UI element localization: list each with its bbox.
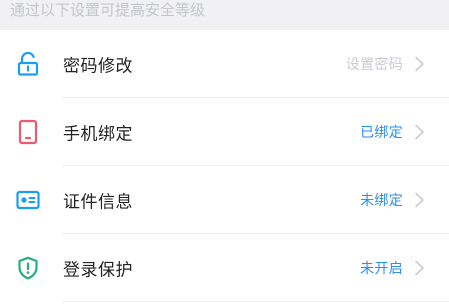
unlock-icon: [15, 51, 41, 77]
row-status-id: 未绑定: [360, 193, 403, 209]
id-card-icon: [15, 187, 41, 213]
row-status-phone: 已绑定: [360, 125, 403, 141]
row-phone-binding[interactable]: 手机绑定 已绑定: [0, 98, 449, 166]
row-label-login: 登录保护: [63, 260, 133, 281]
row-label-phone: 手机绑定: [63, 124, 133, 145]
chevron-right-icon: [413, 56, 427, 72]
section-header-text: 通过以下设置可提高安全等级: [10, 0, 206, 19]
security-settings-list: 密码修改 设置密码 手机绑定 已绑定 证件信息 未绑定 登录保护 未开启: [0, 30, 449, 302]
row-password-change[interactable]: 密码修改 设置密码: [0, 30, 449, 98]
row-label-password: 密码修改: [63, 56, 133, 77]
row-login-protection[interactable]: 登录保护 未开启: [0, 234, 449, 302]
row-status-password: 设置密码: [345, 57, 403, 73]
chevron-right-icon: [413, 260, 427, 276]
row-id-info[interactable]: 证件信息 未绑定: [0, 166, 449, 234]
row-status-login: 未开启: [360, 261, 403, 277]
security-settings-page: 通过以下设置可提高安全等级 密码修改 设置密码 手机绑定 已绑定 证件信息 未绑…: [0, 0, 449, 308]
row-label-id: 证件信息: [63, 192, 133, 213]
chevron-right-icon: [413, 192, 427, 208]
chevron-right-icon: [413, 124, 427, 140]
row-divider: [62, 301, 449, 302]
shield-icon: [15, 255, 41, 281]
section-header: 通过以下设置可提高安全等级: [0, 0, 449, 30]
phone-icon: [15, 119, 41, 145]
